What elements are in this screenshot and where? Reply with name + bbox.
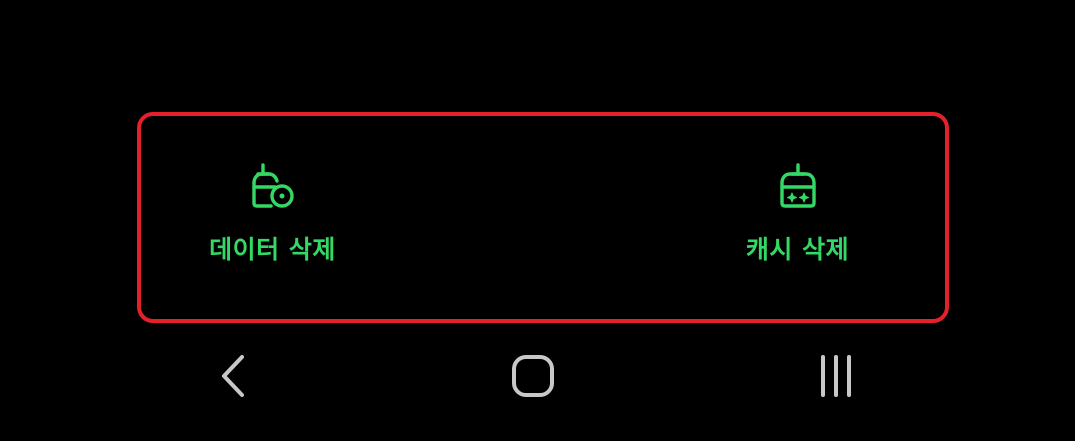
- delete-data-button[interactable]: 데이터 삭제: [195, 160, 350, 266]
- system-navigation-bar: [0, 345, 1075, 415]
- delete-data-label: 데이터 삭제: [209, 235, 336, 264]
- recent-apps-button[interactable]: [806, 353, 866, 403]
- delete-cache-label: 캐시 삭제: [745, 235, 850, 264]
- broom-with-sparkles-icon: [770, 160, 826, 216]
- app-screen: 데이터 삭제 캐시 삭제: [0, 0, 1075, 441]
- broom-with-disc-icon: [245, 160, 301, 216]
- recent-apps-icon: [811, 351, 861, 405]
- delete-cache-button[interactable]: 캐시 삭제: [730, 160, 865, 266]
- home-rounded-square-icon: [508, 351, 558, 405]
- back-chevron-icon: [212, 351, 252, 405]
- home-button[interactable]: [503, 353, 563, 403]
- back-button[interactable]: [202, 353, 262, 403]
